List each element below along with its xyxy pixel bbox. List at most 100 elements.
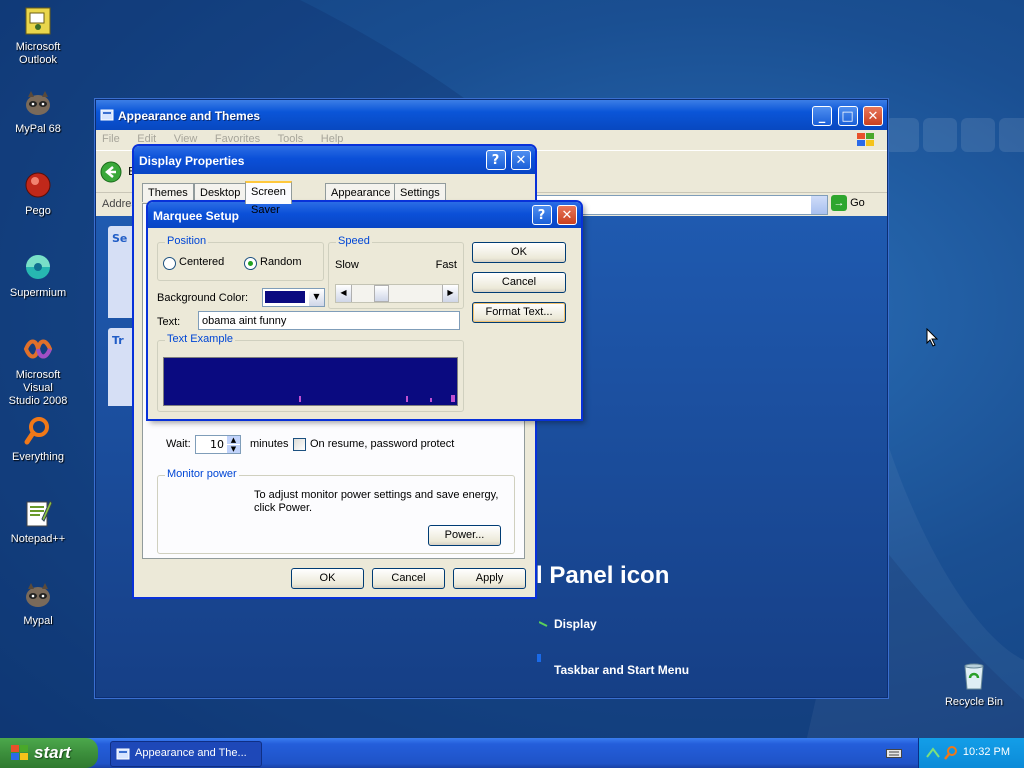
tab-screen-saver[interactable]: Screen Saver (245, 181, 292, 216)
marquee-setup-title: Marquee Setup (153, 209, 240, 223)
desktop-icon-label: Recycle Bin (944, 696, 1004, 708)
desktop-icon-supermium[interactable]: Supermium (0, 251, 76, 300)
mouse-cursor-icon (926, 328, 939, 347)
speed-slider[interactable]: ◀ ▶ (335, 284, 459, 303)
desktop-icon-label: MyPal 68 (15, 123, 61, 135)
marquee-setup-title-bar[interactable]: Marquee Setup ? ✕ (148, 202, 581, 228)
go-button[interactable]: → Go (831, 195, 865, 211)
fast-label: Fast (435, 259, 457, 271)
menu-file[interactable]: File (102, 133, 120, 145)
supermium-icon (22, 251, 54, 283)
menu-tools[interactable]: Tools (278, 133, 304, 145)
desktop-icon-label: Supermium (9, 287, 67, 299)
taskbar-item-appearance[interactable]: Appearance and The... (110, 741, 262, 767)
explorer-title: Appearance and Themes (118, 109, 261, 123)
start-button[interactable]: start (0, 738, 98, 768)
minutes-label: minutes (250, 438, 289, 450)
chevron-down-icon[interactable]: ▼ (309, 289, 324, 306)
minimize-button[interactable]: _ (812, 106, 832, 126)
back-arrow-icon (100, 161, 122, 183)
close-button[interactable]: ✕ (511, 150, 531, 170)
cancel-button[interactable]: Cancel (372, 568, 445, 589)
network-icon[interactable] (925, 745, 941, 761)
menu-view[interactable]: View (174, 133, 198, 145)
taskbar: start Appearance and The... 10:32 PM (0, 738, 1024, 768)
format-text-button[interactable]: Format Text... (472, 302, 566, 323)
centered-label: Centered (179, 256, 225, 268)
resume-label: On resume, password protect (310, 438, 455, 450)
marquee-text-input[interactable] (198, 311, 460, 330)
display-properties-title-bar[interactable]: Display Properties ? ✕ (134, 146, 535, 174)
menu-help[interactable]: Help (321, 133, 344, 145)
windows-flag-icon (11, 745, 28, 760)
power-button[interactable]: Power... (428, 525, 501, 546)
desktop-icon-outlook[interactable]: Microsoft Outlook (0, 5, 76, 67)
raccoon-icon (22, 579, 54, 611)
spin-up-icon[interactable]: ▲ (227, 436, 240, 444)
keyboard-icon[interactable] (886, 747, 902, 759)
desktop-icon-everything[interactable]: Everything (0, 415, 76, 464)
maximize-button[interactable]: □ (837, 106, 858, 126)
marquee-text-fragment (406, 396, 408, 402)
apply-button[interactable]: Apply (453, 568, 526, 589)
position-group: Position Centered Random (157, 235, 324, 281)
marquee-text-fragment (430, 398, 432, 402)
slow-label: Slow (335, 259, 359, 271)
desktop-icon-mypal[interactable]: Mypal (0, 579, 76, 628)
link-arrow-icon (537, 654, 541, 662)
tab-appearance[interactable]: Appearance (325, 183, 397, 202)
close-button[interactable]: ✕ (863, 106, 883, 126)
recycle-bin-icon (958, 660, 990, 692)
wait-stepper[interactable]: 10 ▲ ▼ (195, 435, 241, 454)
help-button[interactable]: ? (531, 205, 552, 225)
close-button[interactable]: ✕ (557, 205, 577, 225)
link-display[interactable]: Display (554, 617, 597, 631)
desktop-icon-mypal68[interactable]: MyPal 68 (0, 87, 76, 136)
radio-centered[interactable] (163, 257, 176, 270)
desktop-icon-notepadpp[interactable]: Notepad++ (0, 497, 76, 546)
spin-down-icon[interactable]: ▼ (227, 445, 240, 453)
control-panel-icon (116, 748, 130, 760)
visual-studio-icon (22, 333, 54, 365)
cancel-button[interactable]: Cancel (472, 272, 566, 293)
explorer-title-bar[interactable]: Appearance and Themes _ □ ✕ (96, 100, 887, 130)
speed-label: Speed (336, 235, 372, 247)
desktop-icon-recycle-bin[interactable]: Recycle Bin (936, 660, 1012, 709)
taskbar-item-label: Appearance and The... (135, 747, 247, 759)
resume-password-checkbox[interactable] (293, 438, 306, 451)
menu-favorites[interactable]: Favorites (215, 133, 260, 145)
tab-desktop[interactable]: Desktop (194, 183, 247, 202)
random-label: Random (260, 256, 302, 268)
help-button[interactable]: ? (485, 150, 506, 170)
menu-edit[interactable]: Edit (137, 133, 156, 145)
desktop-icon-pego[interactable]: Pego (0, 169, 76, 218)
scroll-right-icon[interactable]: ▶ (442, 285, 458, 302)
clock: 10:32 PM (962, 746, 1010, 758)
radio-random[interactable] (244, 257, 257, 270)
marquee-text-fragment (299, 396, 301, 402)
desktop-icon-label: Everything (12, 451, 64, 463)
chevron-down-icon[interactable] (811, 196, 827, 214)
search-icon[interactable] (943, 745, 959, 761)
desktop-icon-label: Microsoft Outlook (15, 41, 61, 66)
outlook-icon (22, 5, 54, 37)
marquee-preview (163, 357, 458, 406)
scroll-left-icon[interactable]: ◀ (336, 285, 352, 302)
ok-button[interactable]: OK (291, 568, 364, 589)
tab-themes[interactable]: Themes (142, 183, 194, 202)
wait-value: 10 (210, 438, 224, 451)
text-label: Text: (157, 316, 181, 328)
background-color-select[interactable]: ▼ (262, 288, 325, 307)
desktop-icon-label: Notepad++ (10, 533, 66, 545)
back-button[interactable]: B (100, 161, 136, 186)
address-label: Addres (102, 198, 137, 210)
slider-thumb[interactable] (374, 285, 389, 302)
link-taskbar-start-menu[interactable]: Taskbar and Start Menu (554, 663, 689, 677)
desktop-icon-visual-studio[interactable]: Microsoft Visual Studio 2008 (0, 333, 76, 408)
marquee-setup-dialog: Marquee Setup ? ✕ Position Centered Rand… (147, 201, 582, 420)
ok-button[interactable]: OK (472, 242, 566, 263)
control-panel-icon (100, 109, 114, 121)
tab-settings[interactable]: Settings (394, 183, 446, 202)
monitor-power-label: Monitor power (165, 468, 239, 480)
heading-wrap: l Panel icon (536, 562, 836, 592)
